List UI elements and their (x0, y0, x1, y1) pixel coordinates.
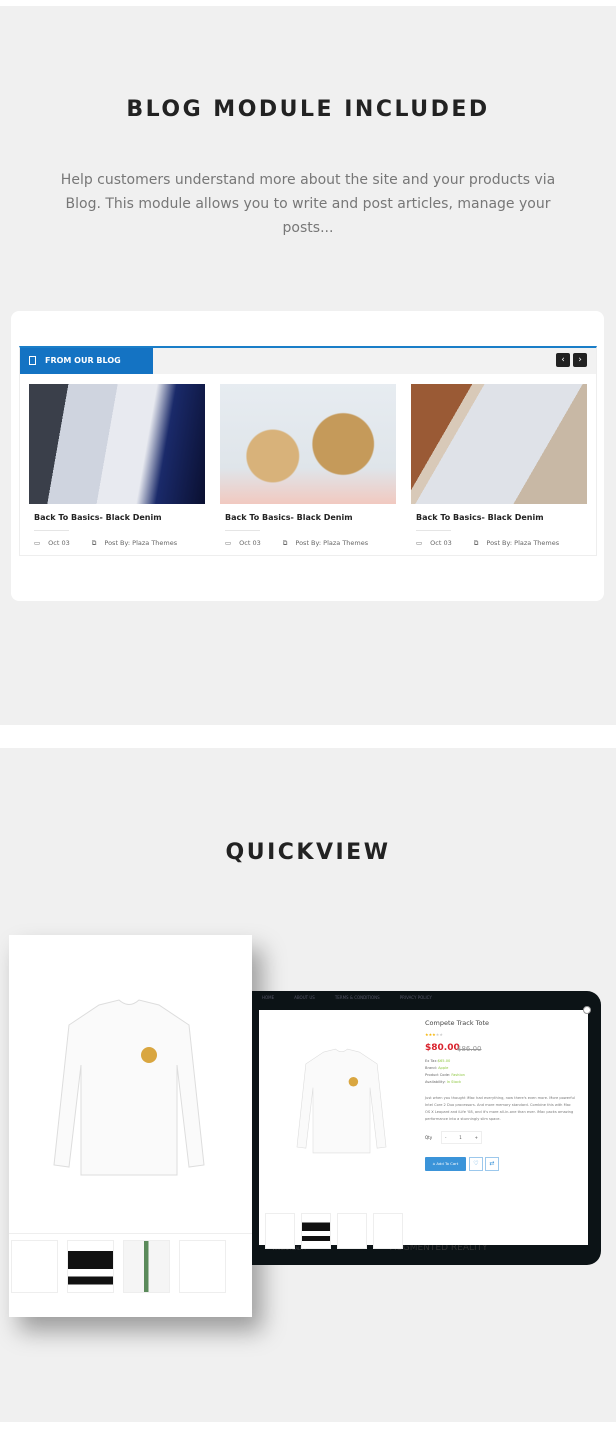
prev-button[interactable]: ‹ (556, 353, 570, 367)
post-author: Post By: Plaza Themes (295, 539, 369, 547)
rating-stars: ★★★★★ (425, 1032, 443, 1037)
gallery-thumbnail[interactable] (123, 1240, 170, 1293)
post-title[interactable]: Back To Basics- Black Denim (225, 513, 396, 522)
nav-item[interactable]: PRIVACY POLICY (400, 995, 432, 1000)
add-to-cart-button[interactable]: ⌂ Add To Cart (425, 1157, 466, 1171)
qty-plus-button[interactable]: + (475, 1135, 478, 1140)
blog-post[interactable]: Back To Basics- Black Denim ▭ Oct 03 ⧉ Post… (411, 384, 587, 548)
product-image[interactable] (49, 995, 209, 1185)
qty-input[interactable]: 1 (459, 1135, 462, 1140)
blog-module: FROM OUR BLOG ‹ › Back To Basics- Black … (19, 346, 597, 556)
post-title[interactable]: Back To Basics- Black Denim (34, 513, 205, 522)
close-icon[interactable] (583, 1006, 591, 1014)
calendar-icon: ▭ (416, 539, 423, 547)
gallery-thumbnail[interactable] (301, 1213, 331, 1249)
section-divider (0, 1422, 616, 1437)
product-price: $80.00 (425, 1043, 460, 1053)
compare-icon[interactable]: ⇄ (485, 1157, 499, 1171)
post-image[interactable] (29, 384, 205, 504)
blog-post[interactable]: Back To Basics- Black Denim ▭ Oct 03 ⧉ Post… (220, 384, 396, 548)
section-divider (0, 725, 616, 748)
gallery-thumbnail[interactable] (373, 1213, 403, 1249)
comment-icon: ⧉ (91, 539, 97, 547)
qty-minus-button[interactable]: - (445, 1135, 446, 1140)
nav-item[interactable]: HOME (262, 995, 274, 1000)
gallery-thumbnail[interactable] (265, 1213, 295, 1249)
post-date: Oct 03 (239, 539, 261, 547)
gallery-thumbnail[interactable] (179, 1240, 226, 1293)
blog-header-label: FROM OUR BLOG (45, 356, 121, 365)
quantity-stepper[interactable]: - 1 + (441, 1131, 482, 1144)
blog-tab: FROM OUR BLOG (20, 348, 153, 374)
next-button[interactable]: › (573, 353, 587, 367)
qty-label: Qty (425, 1135, 433, 1140)
calendar-icon: ▭ (225, 539, 232, 547)
product-details: Ex Tax:$65.00 Brand: Apple Product Code:… (425, 1059, 465, 1084)
post-image[interactable] (220, 384, 396, 504)
quickview-section-title: QUICKVIEW (225, 840, 391, 865)
calendar-icon: ▭ (34, 539, 41, 547)
post-image[interactable] (411, 384, 587, 504)
nav-item[interactable]: TERMS & CONDITIONS (335, 995, 380, 1000)
section-divider (0, 0, 616, 6)
post-author: Post By: Plaza Themes (486, 539, 560, 547)
blog-icon (29, 356, 36, 365)
tablet-nav: HOME ABOUT US TERMS & CONDITIONS PRIVACY… (262, 995, 432, 1000)
post-date: Oct 03 (48, 539, 70, 547)
blog-post[interactable]: Back To Basics- Black Denim ▭ Oct 03 ⧉ Post… (29, 384, 205, 548)
post-title[interactable]: Back To Basics- Black Denim (416, 513, 587, 522)
blog-header: FROM OUR BLOG ‹ › (20, 348, 596, 374)
comment-icon: ⧉ (473, 539, 479, 547)
product-image[interactable] (294, 1045, 389, 1160)
gallery-thumbnail[interactable] (67, 1240, 114, 1293)
post-date: Oct 03 (430, 539, 452, 547)
product-description: Just when you thought iMac had everythin… (425, 1096, 575, 1121)
wishlist-heart-icon[interactable]: ♡ (469, 1157, 483, 1171)
divider (416, 530, 451, 531)
gallery-thumbnail[interactable] (11, 1240, 58, 1293)
divider (225, 530, 260, 531)
post-author: Post By: Plaza Themes (104, 539, 178, 547)
divider (34, 530, 69, 531)
blog-section-title: BLOG MODULE INCLUDED (126, 97, 490, 122)
nav-item[interactable]: ABOUT US (294, 995, 315, 1000)
old-price: $86.00 (457, 1045, 482, 1053)
gallery-thumbnail[interactable] (337, 1213, 367, 1249)
quickview-modal: Compete Track Tote ★★★★★ $80.00 $86.00 E… (259, 1006, 591, 1249)
comment-icon: ⧉ (282, 539, 288, 547)
product-name: Compete Track Tote (425, 1019, 490, 1027)
blog-section-description: Help customers understand more about the… (60, 172, 556, 236)
